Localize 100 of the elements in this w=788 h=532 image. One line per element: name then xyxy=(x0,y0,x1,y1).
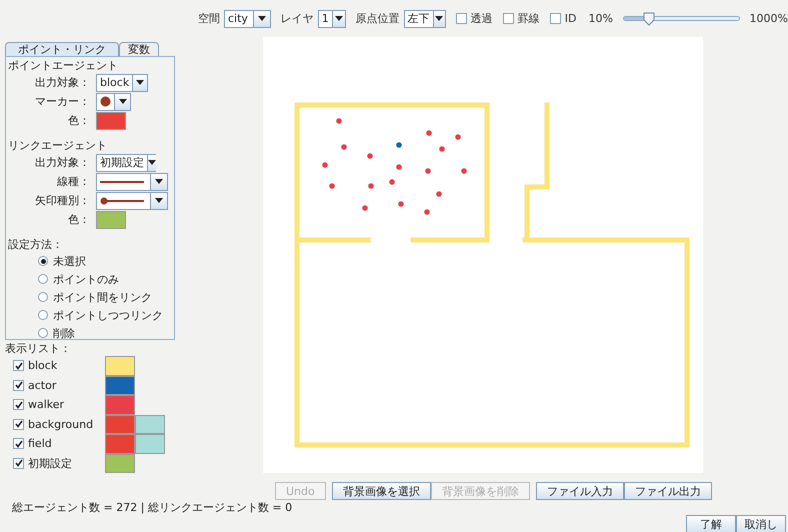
radio-button[interactable] xyxy=(38,292,48,302)
radio-label: ポイント間をリンク xyxy=(53,290,152,304)
caret-icon xyxy=(435,16,444,21)
agent-dot xyxy=(329,183,335,189)
section-title: リンクエージェント xyxy=(8,139,108,153)
checkbox[interactable] xyxy=(550,13,561,24)
tab[interactable]: 変数 xyxy=(119,42,159,56)
color-swatch[interactable] xyxy=(135,434,165,454)
status-text: 総エージェント数 = 272 | 総リンクエージェント数 = 0 xyxy=(11,501,294,515)
dialog-button[interactable]: 取消し xyxy=(736,515,786,532)
zoom-min-label: 10% xyxy=(588,12,613,25)
color-swatch[interactable] xyxy=(105,356,135,376)
toolbar-button[interactable]: ファイル入力 xyxy=(536,482,624,500)
agent-dot xyxy=(425,168,431,174)
radio-button[interactable] xyxy=(38,328,48,338)
agent-dot xyxy=(322,162,328,168)
line-style-icon xyxy=(100,180,144,184)
space-dropdown[interactable]: city xyxy=(224,10,271,28)
checkbox-label: 罫線 xyxy=(518,11,540,26)
radio-button[interactable] xyxy=(38,274,48,284)
caret-icon xyxy=(334,16,343,21)
color-swatch[interactable] xyxy=(105,395,135,414)
field-label: 出力対象： xyxy=(34,155,91,170)
radio-button[interactable] xyxy=(38,256,48,266)
agent-dot xyxy=(424,209,430,215)
field-label: 色： xyxy=(67,212,91,227)
agent-dot xyxy=(426,130,432,136)
layer-dropdown[interactable]: 1 xyxy=(318,10,346,28)
checkbox-label: walker xyxy=(28,398,64,412)
tab[interactable]: ポイント・リンク xyxy=(5,42,119,56)
checkbox[interactable] xyxy=(13,360,24,372)
radio-label: ポイントしつつリンク xyxy=(53,308,163,322)
checkbox-label: ID xyxy=(564,12,576,25)
caret-icon xyxy=(258,16,266,21)
checkbox-label: background xyxy=(28,418,94,431)
agent-dot xyxy=(367,153,373,159)
target-dropdown[interactable]: block xyxy=(96,74,148,92)
field-label: 色： xyxy=(67,113,91,128)
agent-dot xyxy=(396,164,402,170)
origin-dropdown[interactable]: 左下 xyxy=(404,10,446,28)
line-type-dropdown[interactable] xyxy=(96,172,168,190)
agent-dot xyxy=(439,146,445,152)
origin-label: 原点位置 xyxy=(356,11,400,26)
agent-dot xyxy=(461,168,467,174)
agent-dot xyxy=(368,183,374,189)
circle-marker-icon xyxy=(100,96,111,107)
agent-dot xyxy=(455,134,461,140)
checkbox[interactable] xyxy=(13,380,24,391)
section-title: ポイントエージェント xyxy=(8,59,119,73)
dot-line-icon xyxy=(100,196,144,204)
field-label: 線種： xyxy=(56,174,91,189)
checkbox[interactable] xyxy=(13,438,24,450)
checkbox-label: field xyxy=(28,437,52,450)
toolbar-button[interactable]: 背景画像を選択 xyxy=(332,482,431,500)
checkbox-label: actor xyxy=(28,378,56,392)
section-title: 表示リスト： xyxy=(5,342,72,356)
checkbox-label: block xyxy=(28,359,58,372)
field-label: マーカー： xyxy=(34,94,91,109)
agent-dot xyxy=(336,118,342,124)
color-swatch[interactable] xyxy=(105,414,135,434)
space-label: 空間 xyxy=(198,11,220,26)
agent-dot xyxy=(396,142,402,148)
color-swatch[interactable] xyxy=(105,454,135,473)
color-swatch[interactable] xyxy=(135,414,165,434)
color-swatch[interactable] xyxy=(105,434,135,454)
layer-label: レイヤ xyxy=(280,11,314,26)
radio-label: ポイントのみ xyxy=(53,272,119,286)
toolbar-button[interactable]: ファイル出力 xyxy=(624,482,712,500)
agent-dot xyxy=(341,144,347,150)
color-swatch[interactable] xyxy=(96,112,126,130)
checkbox[interactable] xyxy=(502,13,514,24)
dialog-button[interactable]: 了解 xyxy=(686,515,736,532)
checkbox-label: 透過 xyxy=(470,11,493,26)
radio-button[interactable] xyxy=(38,310,48,320)
marker-dropdown[interactable] xyxy=(96,92,131,110)
radio-label: 削除 xyxy=(53,326,75,340)
agent-dot xyxy=(436,191,442,197)
checkbox[interactable] xyxy=(13,458,24,469)
color-swatch[interactable] xyxy=(96,210,126,228)
agent-dot xyxy=(398,201,404,207)
caret-icon xyxy=(118,99,126,104)
agent-dot xyxy=(362,205,368,211)
checkbox[interactable] xyxy=(456,13,467,24)
caret-icon xyxy=(148,160,156,165)
checkbox[interactable] xyxy=(13,399,24,410)
caret-icon xyxy=(155,179,163,184)
checkbox-label: 初期設定 xyxy=(28,456,72,471)
slider-thumb[interactable] xyxy=(642,12,655,26)
agent-dot xyxy=(389,179,395,185)
target-dropdown[interactable]: 初期設定 xyxy=(96,154,156,172)
radio-label: 未選択 xyxy=(53,254,86,268)
section-title: 設定方法： xyxy=(8,238,64,252)
zoom-slider[interactable] xyxy=(622,10,740,26)
checkbox[interactable] xyxy=(13,418,24,430)
zoom-max-label: 1000% xyxy=(750,12,788,25)
arrow-type-dropdown[interactable] xyxy=(96,192,168,210)
field-label: 矢印種別： xyxy=(34,193,91,208)
field-label: 出力対象： xyxy=(34,75,91,90)
color-swatch[interactable] xyxy=(105,376,135,395)
caret-icon xyxy=(136,80,144,85)
